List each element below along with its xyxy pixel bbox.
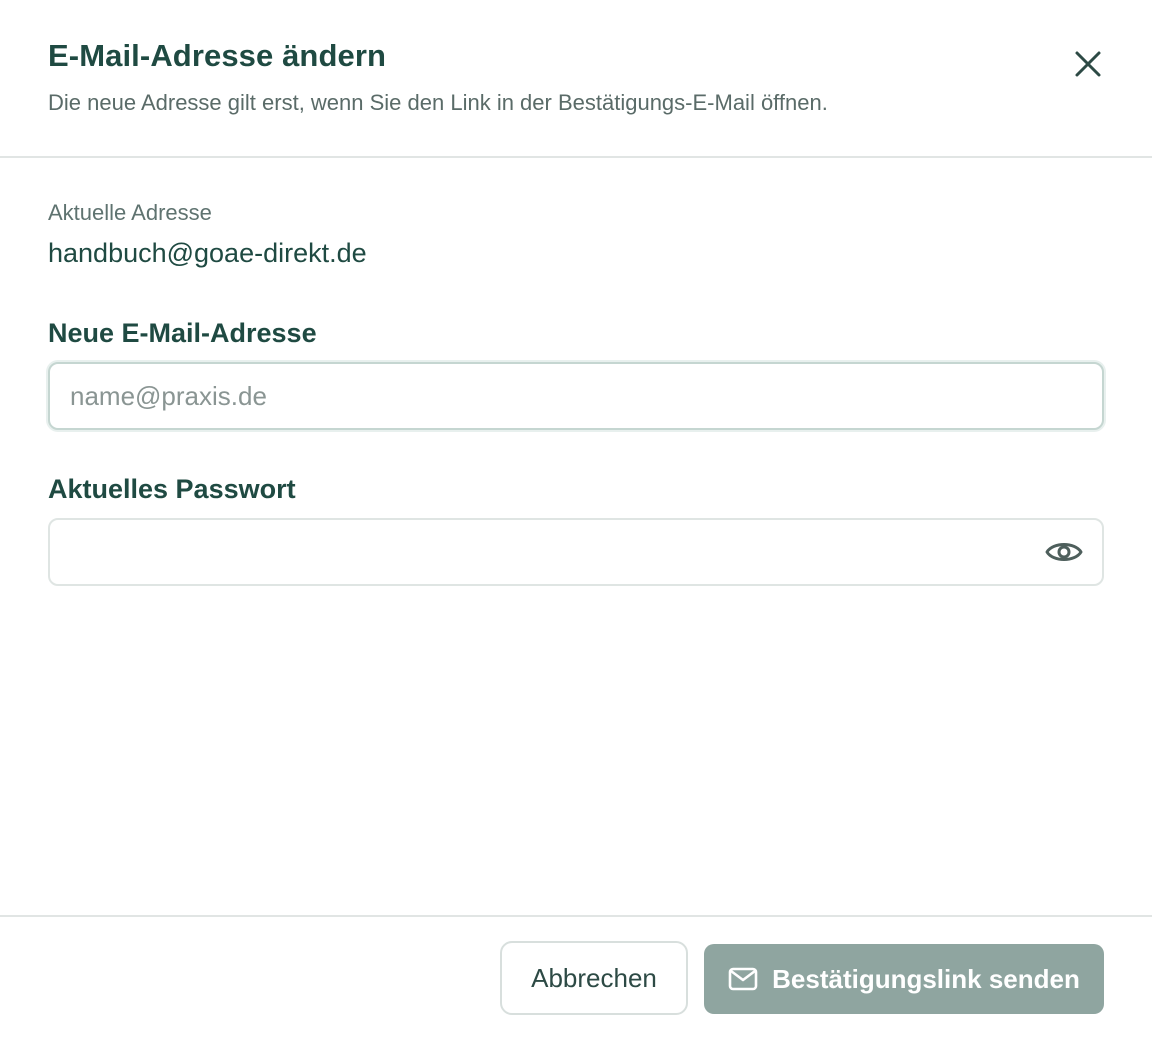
- password-input[interactable]: [70, 520, 1030, 584]
- current-address-value: handbuch@goae-direkt.de: [48, 238, 367, 268]
- dialog-header: E-Mail-Adresse ändern Die neue Adresse g…: [0, 0, 1152, 158]
- password-label: Aktuelles Passwort: [48, 474, 296, 504]
- current-address-label: Aktuelle Adresse: [48, 200, 212, 225]
- new-email-label: Neue E-Mail-Adresse: [48, 318, 317, 348]
- new-email-field-wrapper: [48, 362, 1104, 430]
- close-icon: [1075, 51, 1101, 77]
- dialog-subtitle: Die neue Adresse gilt erst, wenn Sie den…: [48, 90, 828, 115]
- change-email-dialog: E-Mail-Adresse ändern Die neue Adresse g…: [0, 0, 1152, 1040]
- close-button[interactable]: [1068, 44, 1108, 84]
- dialog-title: E-Mail-Adresse ändern: [48, 38, 387, 73]
- password-field-wrapper: [48, 518, 1104, 586]
- send-confirmation-link-button[interactable]: Bestätigungslink senden: [704, 944, 1104, 1014]
- mail-icon: [728, 967, 758, 991]
- eye-icon: [1045, 543, 1083, 561]
- toggle-password-visibility-button[interactable]: [1044, 534, 1084, 570]
- send-confirmation-link-label: Bestätigungslink senden: [772, 963, 1080, 994]
- new-email-input[interactable]: [70, 364, 1030, 428]
- cancel-button[interactable]: Abbrechen: [500, 941, 688, 1015]
